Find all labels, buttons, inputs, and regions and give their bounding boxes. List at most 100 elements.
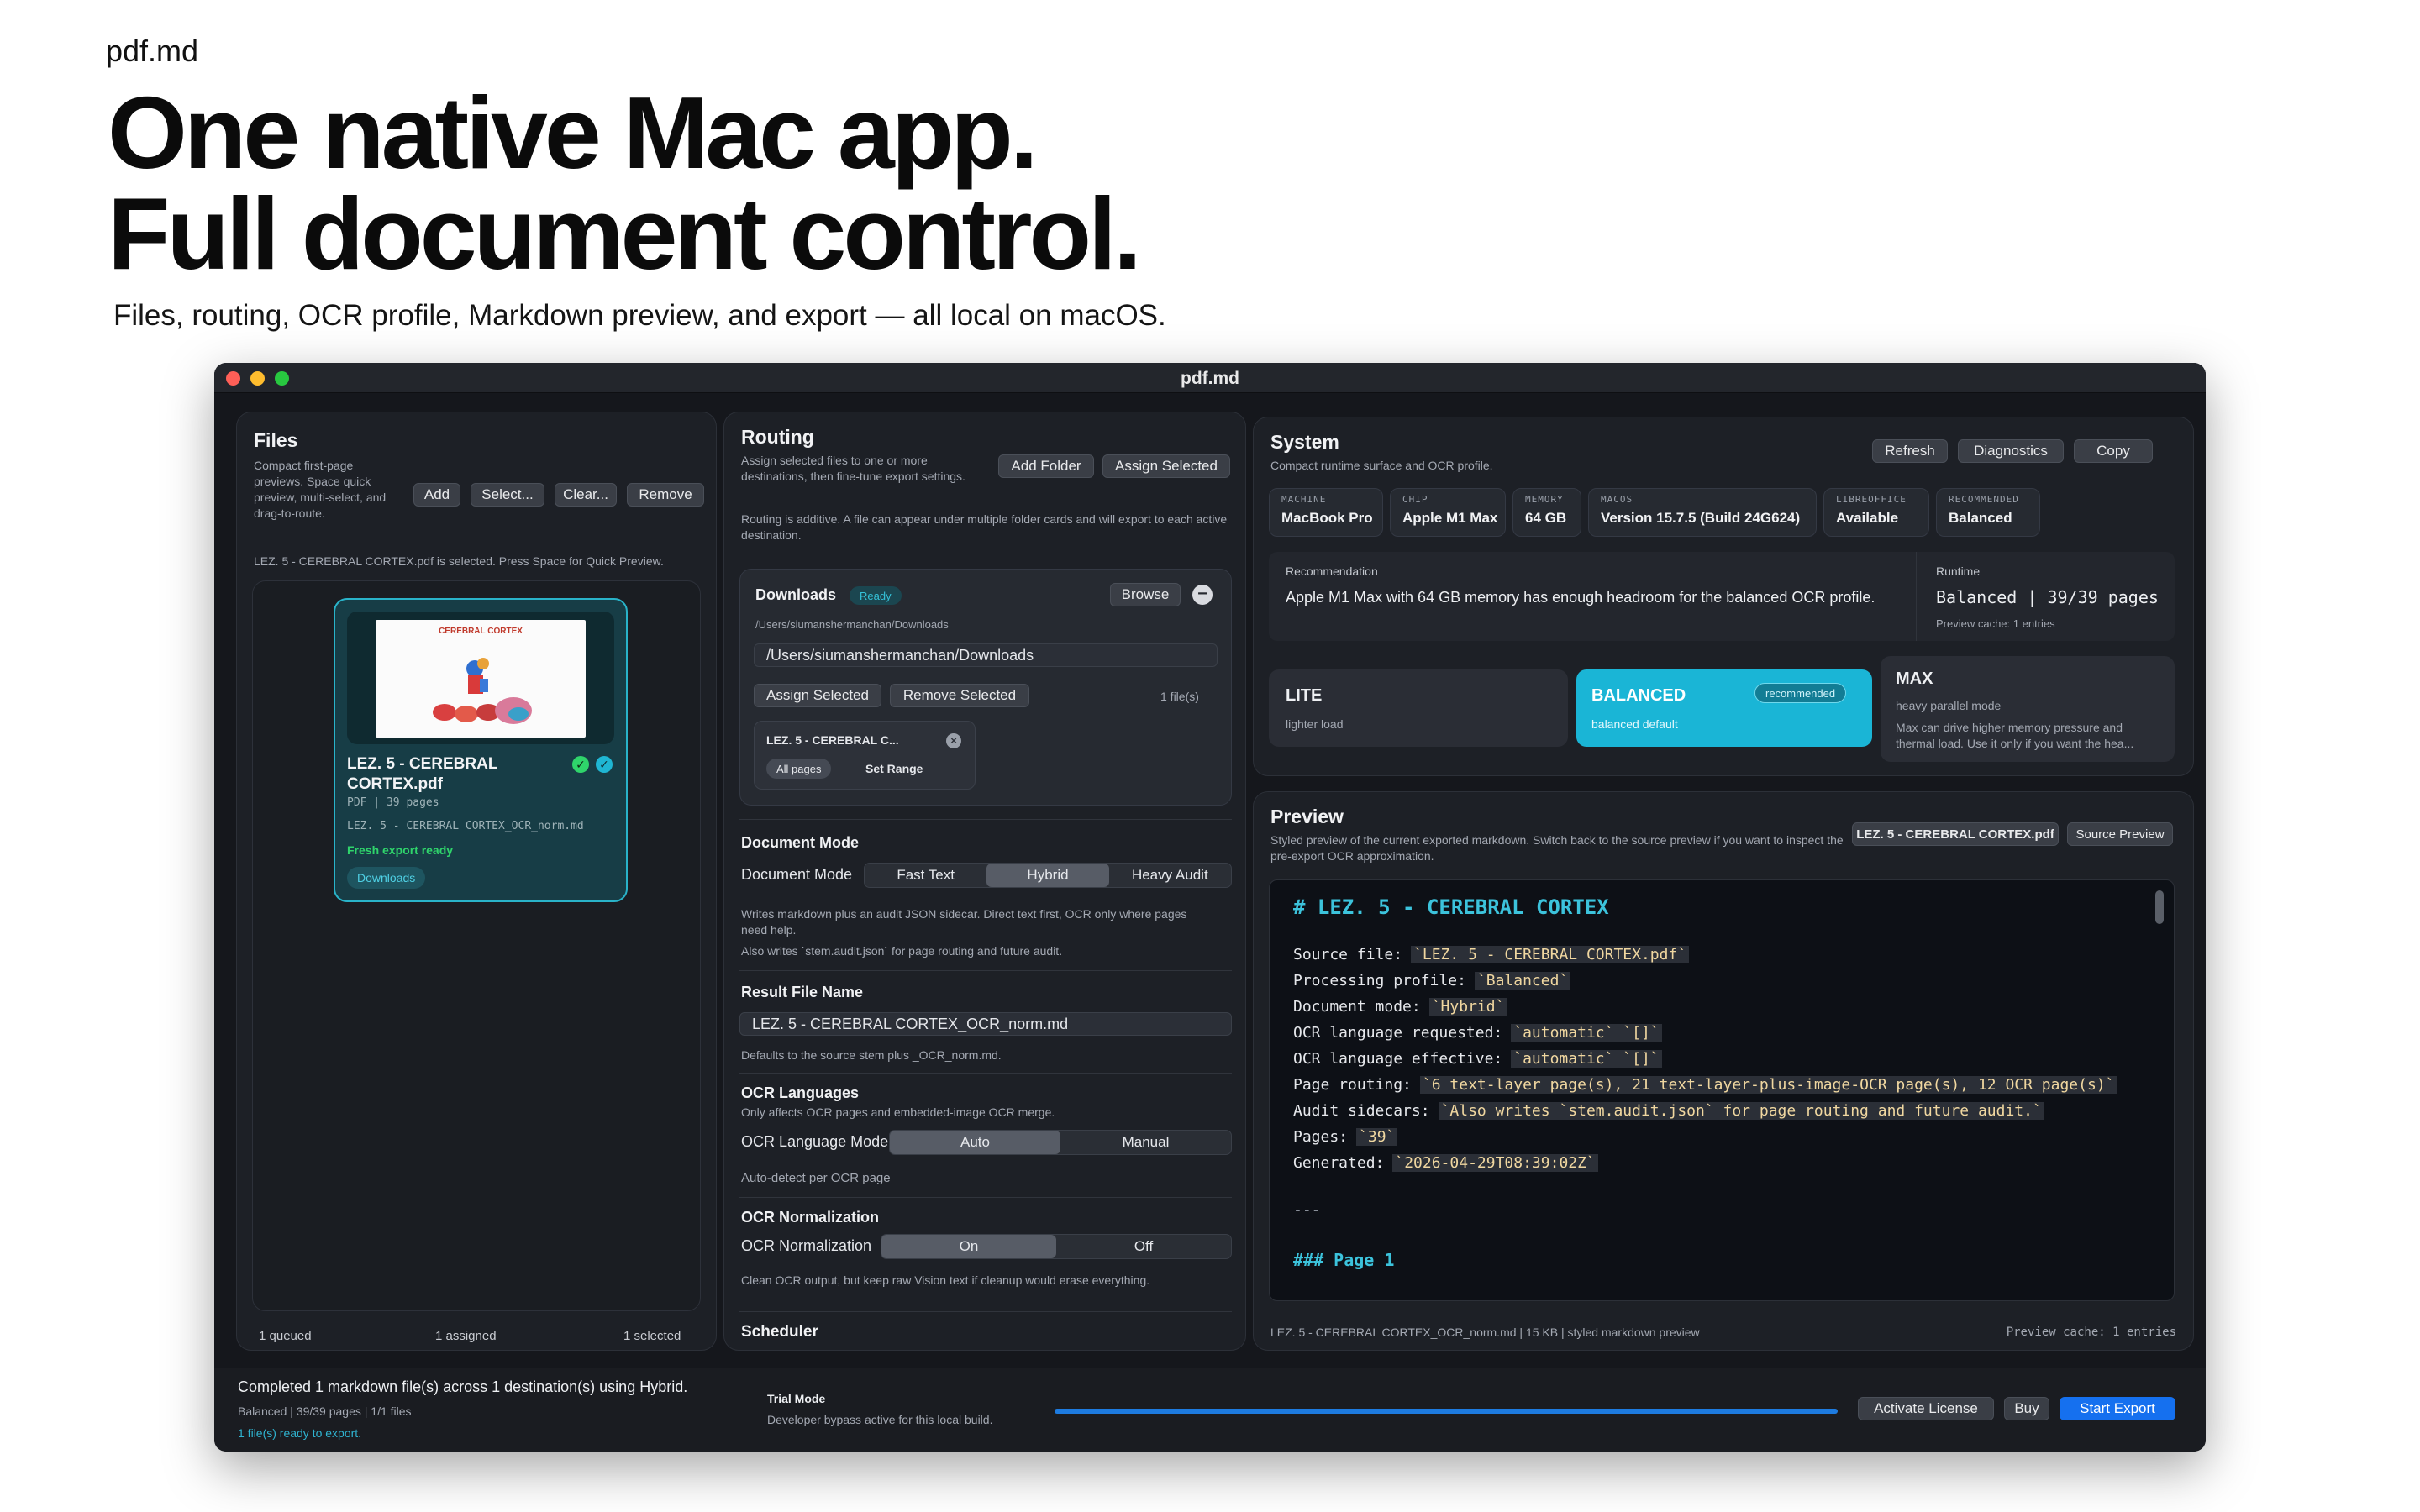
footer-summary: Balanced | 39/39 pages | 1/1 files: [238, 1404, 412, 1418]
preview-metadata-value: `Balanced`: [1474, 972, 1571, 990]
recommended-badge: recommended: [1754, 683, 1847, 703]
divider: [739, 1197, 1232, 1198]
preview-metadata-key: Generated:: [1293, 1154, 1385, 1172]
routing-panel: Routing Assign selected files to one or …: [723, 412, 1246, 1351]
profile-balanced[interactable]: BALANCED recommended balanced default: [1576, 669, 1872, 747]
buy-button[interactable]: Buy: [2004, 1397, 2049, 1420]
ocr-language-manual[interactable]: Manual: [1060, 1131, 1231, 1154]
browse-button[interactable]: Browse: [1110, 583, 1181, 606]
divider: [739, 1311, 1232, 1312]
runtime-cache: Preview cache: 1 entries: [1936, 617, 2055, 630]
preview-metadata-key: Processing profile:: [1293, 972, 1466, 990]
recommendation-text: Apple M1 Max with 64 GB memory has enoug…: [1286, 589, 1876, 606]
files-panel: Files Compact first-page previews. Space…: [236, 412, 717, 1351]
file-card[interactable]: CEREBRAL CORTEX LEZ. 5 - CEREBRAL CORTEX…: [334, 598, 628, 902]
footer-status-line: Completed 1 markdown file(s) across 1 de…: [238, 1378, 688, 1395]
preview-panel: Preview Styled preview of the current ex…: [1253, 791, 2194, 1351]
mode-heavy-audit[interactable]: Heavy Audit: [1109, 864, 1231, 887]
libreoffice-key: LIBREOFFICE: [1836, 494, 1907, 505]
ocr-normalization-label: OCR Normalization: [741, 1237, 872, 1254]
export-progress-fill: [1055, 1409, 1838, 1414]
file-list[interactable]: CEREBRAL CORTEX LEZ. 5 - CEREBRAL CORTEX…: [252, 580, 701, 1311]
add-folder-button[interactable]: Add Folder: [998, 454, 1094, 478]
destination-path-field[interactable]: /Users/siumanshermanchan/Downloads: [754, 643, 1218, 667]
mode-hybrid[interactable]: Hybrid: [986, 864, 1109, 887]
preview-metadata-value: `automatic` `[]`: [1511, 1024, 1662, 1042]
source-preview-button[interactable]: Source Preview: [2067, 822, 2173, 846]
markdown-preview[interactable]: # LEZ. 5 - CEREBRAL CORTEX Source file: `…: [1269, 879, 2175, 1301]
preview-metadata-key: Page routing:: [1293, 1076, 1412, 1094]
preview-status: LEZ. 5 - CEREBRAL CORTEX_OCR_norm.md | 1…: [1270, 1326, 1700, 1339]
chip-chip: CHIP Apple M1 Max: [1390, 488, 1506, 537]
remove-destination-icon[interactable]: −: [1192, 585, 1213, 605]
preview-metadata-key: OCR language effective:: [1293, 1050, 1503, 1068]
preview-metadata-line: Pages: `39`: [1293, 1128, 1398, 1146]
preview-description: Styled preview of the current exported m…: [1270, 833, 1844, 863]
machine-chip: MACHINE MacBook Pro: [1269, 488, 1383, 537]
destination-remove-selected-button[interactable]: Remove Selected: [890, 684, 1029, 707]
destination-file-count: 1 file(s): [1160, 690, 1199, 703]
preview-metadata-key: Source file:: [1293, 946, 1403, 963]
destination-assign-selected-button[interactable]: Assign Selected: [754, 684, 881, 707]
memory-value: 64 GB: [1525, 510, 1567, 526]
divider: [1916, 552, 1917, 641]
preview-metadata-value: `Hybrid`: [1428, 998, 1507, 1016]
assign-selected-button[interactable]: Assign Selected: [1102, 454, 1230, 478]
destination-card-downloads[interactable]: Downloads Ready Browse − /Users/siumansh…: [739, 569, 1232, 806]
activate-license-button[interactable]: Activate License: [1858, 1397, 1994, 1420]
clear-button[interactable]: Clear...: [555, 483, 617, 507]
preview-metadata-key: Audit sidecars:: [1293, 1102, 1430, 1120]
app-window: pdf.md Files Compact first-page previews…: [214, 363, 2206, 1452]
ocr-normalization-off[interactable]: Off: [1056, 1235, 1231, 1258]
remove-button[interactable]: Remove: [627, 483, 704, 507]
refresh-button[interactable]: Refresh: [1872, 439, 1948, 463]
memory-key: MEMORY: [1525, 494, 1564, 505]
preview-scrollbar[interactable]: [2155, 890, 2164, 924]
system-panel: System Compact runtime surface and OCR p…: [1253, 417, 2194, 776]
ocr-normalization-help: Clean OCR output, but keep raw Vision te…: [741, 1273, 1150, 1287]
copy-button[interactable]: Copy: [2074, 439, 2153, 463]
routing-note: Routing is additive. A file can appear u…: [741, 512, 1228, 542]
verified-check-icon: ✓: [572, 756, 589, 773]
system-description: Compact runtime surface and OCR profile.: [1270, 459, 1493, 472]
all-pages-button[interactable]: All pages: [766, 759, 832, 779]
ocr-language-mode-control[interactable]: Auto Manual: [889, 1130, 1232, 1155]
routed-file-item[interactable]: LEZ. 5 - CEREBRAL C... × All pages Set R…: [754, 721, 976, 790]
remove-routed-file-icon[interactable]: ×: [946, 733, 961, 748]
profile-balanced-name: BALANCED: [1591, 686, 1686, 705]
mode-fast-text[interactable]: Fast Text: [865, 864, 986, 887]
ocr-language-auto[interactable]: Auto: [890, 1131, 1060, 1154]
preview-metadata-value: `automatic` `[]`: [1511, 1050, 1662, 1068]
document-mode-control[interactable]: Fast Text Hybrid Heavy Audit: [864, 863, 1232, 888]
ocr-normalization-on[interactable]: On: [881, 1235, 1056, 1258]
profile-max[interactable]: MAX heavy parallel mode Max can drive hi…: [1881, 656, 2175, 762]
hero-title: One native Mac app. Full document contro…: [108, 81, 1142, 285]
profile-lite-name: LITE: [1286, 686, 1323, 705]
result-file-help: Defaults to the source stem plus _OCR_no…: [741, 1048, 1002, 1062]
preview-metadata-line: Page routing: `6 text-layer page(s), 21 t…: [1293, 1076, 2118, 1094]
destination-path-label: /Users/siumanshermanchan/Downloads: [755, 618, 949, 631]
files-title: Files: [254, 429, 298, 451]
preview-metadata-key: Pages:: [1293, 1128, 1349, 1146]
window-title: pdf.md: [1181, 369, 1239, 388]
add-button[interactable]: Add: [413, 483, 460, 507]
preview-file-button[interactable]: LEZ. 5 - CEREBRAL CORTEX.pdf: [1852, 822, 2059, 846]
hero-subtitle: Files, routing, OCR profile, Markdown pr…: [113, 299, 1166, 332]
result-file-name-input[interactable]: LEZ. 5 - CEREBRAL CORTEX_OCR_norm.md: [739, 1012, 1232, 1036]
destination-tag[interactable]: Downloads: [347, 867, 426, 889]
diagnostics-button[interactable]: Diagnostics: [1958, 439, 2064, 463]
select-button[interactable]: Select...: [471, 483, 544, 507]
preview-metadata-value: `39`: [1356, 1128, 1398, 1146]
queued-count: 1 queued: [259, 1329, 312, 1343]
profile-lite[interactable]: LITE lighter load: [1269, 669, 1568, 747]
set-range-button[interactable]: Set Range: [865, 762, 923, 775]
file-thumbnail: CEREBRAL CORTEX: [376, 620, 586, 738]
preview-metadata-value: `Also writes `stem.audit.json` for page …: [1438, 1102, 2044, 1120]
ocr-normalization-control[interactable]: On Off: [881, 1234, 1232, 1259]
start-export-button[interactable]: Start Export: [2060, 1397, 2175, 1420]
footer-ready: 1 file(s) ready to export.: [238, 1426, 362, 1440]
preview-title: Preview: [1270, 806, 1344, 827]
result-file-section: Result File Name: [741, 984, 864, 1000]
profile-max-desc: heavy parallel mode: [1896, 699, 2002, 712]
titlebar: pdf.md: [214, 363, 2206, 393]
